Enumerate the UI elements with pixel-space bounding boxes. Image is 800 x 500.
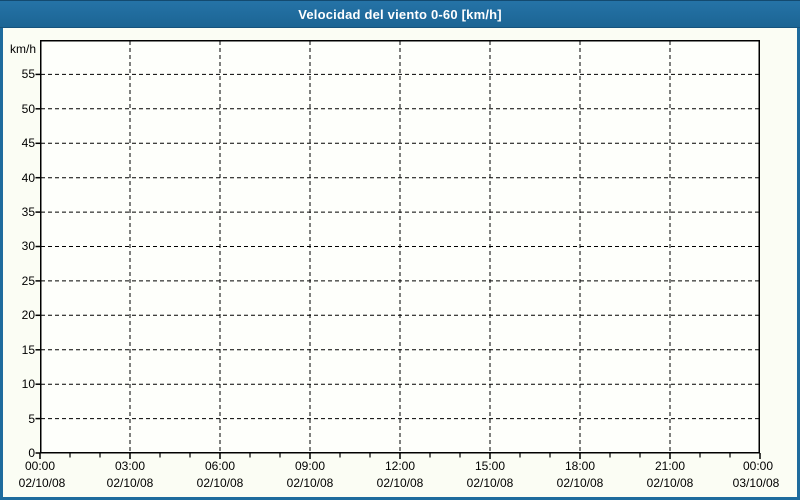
- x-date-label: 02/10/08: [107, 476, 154, 490]
- y-tick-label: 0: [28, 446, 35, 460]
- x-time-label: 15:00: [475, 459, 505, 473]
- y-axis-ticks: [36, 74, 41, 453]
- x-time-label: 00:00: [743, 459, 773, 473]
- y-tick-label: 15: [22, 343, 36, 357]
- y-tick-label: 40: [22, 171, 36, 185]
- y-tick-label: 45: [22, 136, 36, 150]
- x-date-label: 02/10/08: [19, 476, 66, 490]
- x-date-label: 02/10/08: [377, 476, 424, 490]
- y-tick-label: 5: [28, 412, 35, 426]
- x-time-label: 06:00: [205, 459, 235, 473]
- x-time-label: 18:00: [565, 459, 595, 473]
- y-tick-label: 35: [22, 205, 36, 219]
- y-tick-label: 30: [22, 239, 36, 253]
- x-date-label: 03/10/08: [733, 476, 780, 490]
- wind-speed-chart: km/h 0 5 10 15 20 25 30 35 40 45 50 55 0…: [0, 0, 800, 500]
- y-tick-label: 50: [22, 102, 36, 116]
- x-axis-date-labels: 02/10/08 02/10/08 02/10/08 02/10/08 02/1…: [19, 476, 780, 490]
- x-date-label: 02/10/08: [557, 476, 604, 490]
- y-tick-label: 20: [22, 308, 36, 322]
- y-axis-unit-label: km/h: [10, 42, 36, 56]
- x-axis-time-labels: 00:00 03:00 06:00 09:00 12:00 15:00 18:0…: [25, 459, 773, 473]
- x-date-label: 02/10/08: [647, 476, 694, 490]
- x-date-label: 02/10/08: [197, 476, 244, 490]
- frame-border-left: [0, 28, 3, 500]
- y-tick-label: 25: [22, 274, 36, 288]
- x-time-label: 09:00: [295, 459, 325, 473]
- wind-speed-chart-window: Velocidad del viento 0-60 [km/h]: [0, 0, 800, 500]
- y-tick-label: 55: [22, 67, 36, 81]
- x-date-label: 02/10/08: [467, 476, 514, 490]
- x-time-label: 00:00: [25, 459, 55, 473]
- x-time-label: 03:00: [115, 459, 145, 473]
- x-time-label: 12:00: [385, 459, 415, 473]
- x-date-label: 02/10/08: [287, 476, 334, 490]
- y-axis-labels: 0 5 10 15 20 25 30 35 40 45 50 55: [22, 67, 36, 460]
- x-time-label: 21:00: [655, 459, 685, 473]
- y-tick-label: 10: [22, 377, 36, 391]
